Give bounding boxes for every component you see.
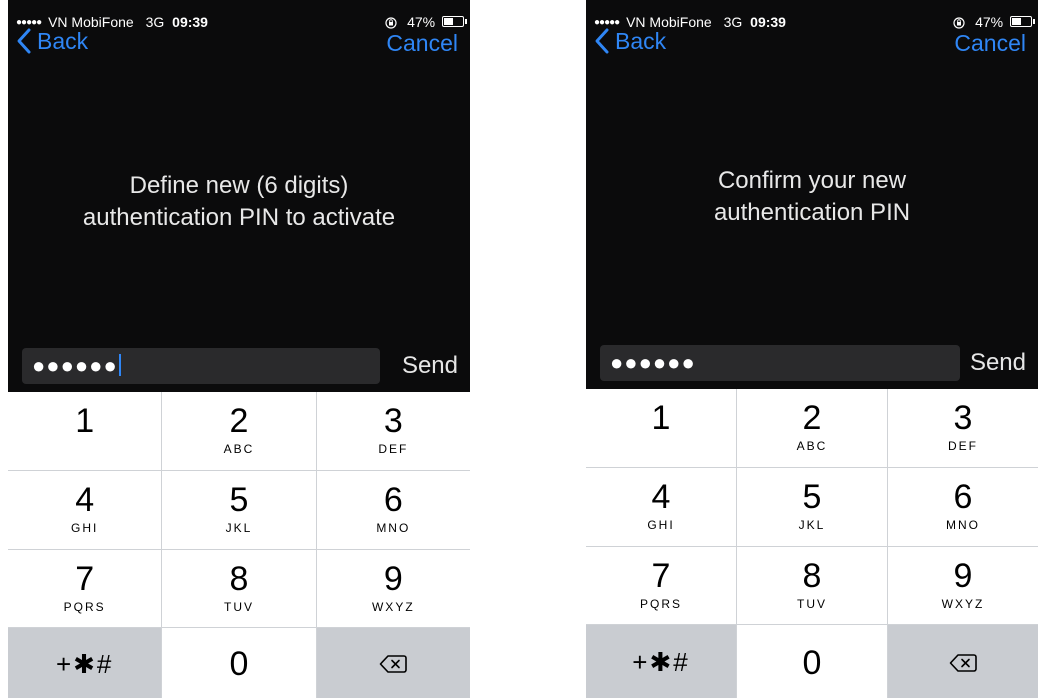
prompt-text: Define new (6 digits) authentication PIN… [8,170,470,234]
backspace-icon [949,653,977,672]
back-button[interactable]: Back [16,27,88,55]
rotation-lock-icon [953,17,965,29]
back-label: Back [615,28,667,54]
prompt-line-2: authentication PIN to activate [82,204,396,231]
send-button[interactable]: Send [402,348,458,384]
key-6[interactable]: 6 MNO [888,468,1038,546]
backspace-icon [380,655,408,673]
numeric-keypad: 1 2 ABC 3 DEF 4 GHI 5 JKL 6 MNO 7 PQRS 8 TUV 9W… [586,389,1038,698]
status-time: 09:39 [172,14,208,30]
battery-percent: 47% [407,14,436,30]
key-3[interactable]: 3 DEF [888,389,1038,467]
screen-define-pin: ●●●●● VN MobiFone 3G 09:39 47% Back Canc… [8,0,470,698]
prompt-line-1: Confirm your new [717,167,907,194]
battery-icon [442,16,467,27]
numeric-keypad: 1 2 ABC 3 DEF 4 GHI 5 JKL 6 MNO 7 PQRS 8 TUV 9W… [8,392,470,698]
key-2[interactable]: 2 ABC [737,389,887,467]
key-9[interactable]: 9 WXYZ [316,550,470,627]
key-0[interactable]: 0 [737,625,887,698]
back-button[interactable]: Back [594,27,666,55]
back-label: Back [37,28,89,54]
prompt-text: Confirm your new authentication PIN [586,165,1038,229]
battery-icon [1010,16,1035,27]
key-7[interactable]: 7 PQRS [586,547,736,624]
key-2[interactable]: 2 ABC [162,392,316,470]
key-6[interactable]: 6 MNO [316,471,470,549]
battery-percent: 47% [975,14,1004,30]
pin-masked-value: ●●●●●● [610,350,696,375]
key-0[interactable]: 0 [162,628,316,698]
network-type: 3G [145,14,165,30]
cancel-button[interactable]: Cancel [954,29,1026,57]
key-5[interactable]: 5 JKL [737,468,887,546]
key-1[interactable]: 1 [586,389,736,467]
key-8[interactable]: 8 TUV [737,547,887,624]
rotation-lock-icon [385,17,397,29]
key-3[interactable]: 3 DEF [316,392,470,470]
key-4[interactable]: 4 GHI [586,468,736,546]
status-time: 09:39 [750,14,786,30]
key-7[interactable]: 7 PQRS [8,550,162,627]
network-type: 3G [723,14,743,30]
key-5[interactable]: 5 JKL [162,471,316,549]
key-symbols[interactable]: +✱# [8,628,162,698]
chevron-left-icon [595,28,609,54]
key-9[interactable]: 9 WXYZ [888,547,1038,624]
key-symbols[interactable]: +✱# [586,625,736,698]
chevron-left-icon [17,28,31,54]
pin-masked-value: ●●●●●● [32,353,118,378]
key-4[interactable]: 4 GHI [8,471,162,549]
send-button[interactable]: Send [970,345,1026,381]
cancel-button[interactable]: Cancel [386,29,458,57]
pin-input[interactable]: ●●●●●● [600,345,960,381]
pin-input[interactable]: ●●●●●● [22,348,380,384]
prompt-line-2: authentication PIN [713,199,911,226]
key-1[interactable]: 1 [8,392,162,470]
prompt-line-1: Define new (6 digits) [129,172,349,199]
key-8[interactable]: 8 TUV [162,550,316,627]
delete-key[interactable] [888,625,1038,698]
text-caret [118,354,121,376]
screen-confirm-pin: ●●●●● VN MobiFone 3G 09:39 47% Back Canc… [586,0,1038,698]
delete-key[interactable] [316,628,470,698]
